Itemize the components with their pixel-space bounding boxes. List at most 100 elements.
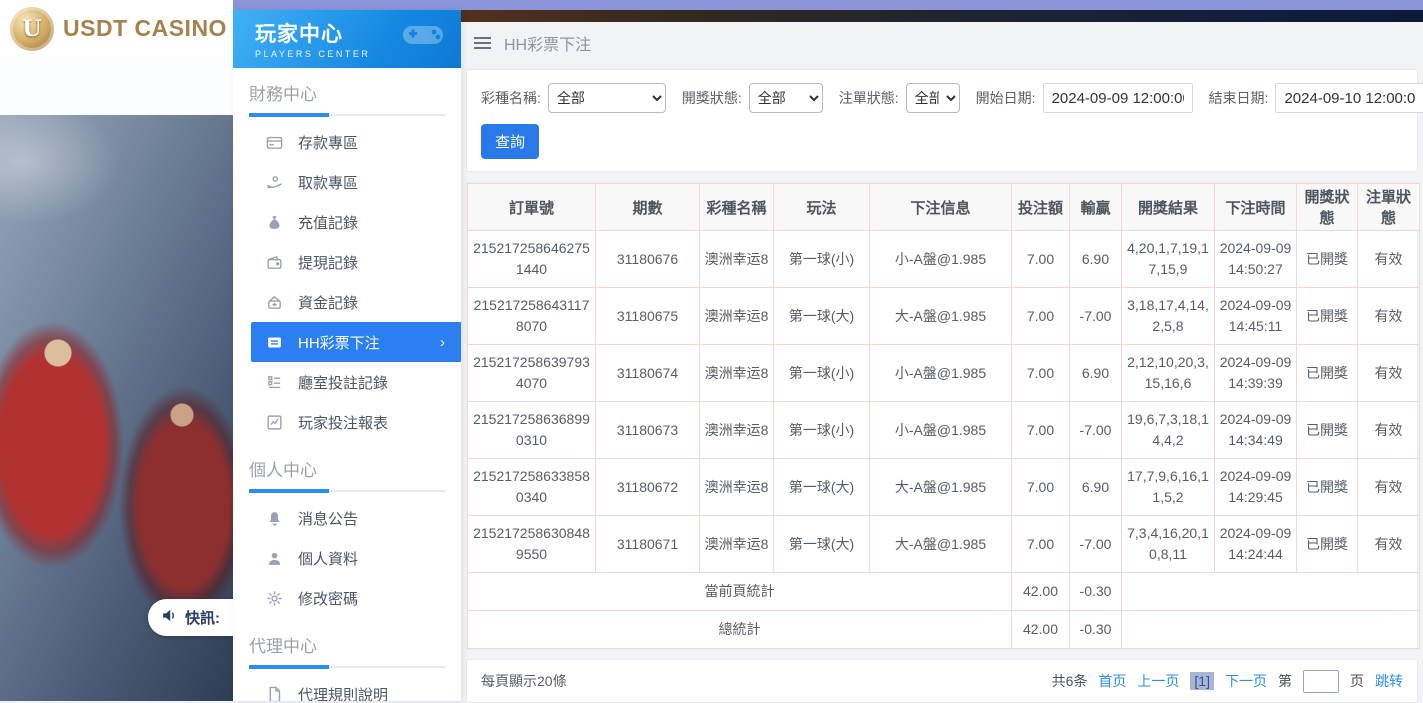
table-row: 2152172586431178070 31180675 澳洲幸运8 第一球(大…: [468, 288, 1420, 345]
cell-play-type: 第一球(小): [774, 402, 870, 459]
cell-order-id: 2152172586308489550: [468, 516, 596, 573]
sidebar-item-change-password[interactable]: 修改密碼: [233, 578, 461, 618]
gamepad-icon: [401, 20, 445, 55]
lottery-name-select[interactable]: 全部: [548, 83, 666, 113]
cell-draw-status: 已開獎: [1297, 231, 1358, 288]
cell-draw-result: 19,6,7,3,18,14,4,2: [1122, 402, 1215, 459]
sidebar-item-hh-lottery-bets[interactable]: HH彩票下注 ›: [251, 322, 461, 362]
sidebar-item-hall-bet-records[interactable]: 廳室投註記錄: [233, 362, 461, 402]
cell-bet-amount: 7.00: [1012, 402, 1070, 459]
header-order-id: 訂單號: [468, 184, 596, 231]
cell-bet-time: 2024-09-09 14:29:45: [1215, 459, 1297, 516]
left-background-region: U USDT CASINO 快訊:: [0, 0, 233, 701]
sidebar-item-player-bet-report[interactable]: 玩家投注報表: [233, 402, 461, 442]
summary-winloss-total: -0.30: [1070, 611, 1122, 649]
cell-bet-time: 2024-09-09 14:24:44: [1215, 516, 1297, 573]
money-bag-icon: [266, 214, 283, 231]
sidebar-item-label: 取款專區: [298, 172, 358, 193]
summary-empty: [1122, 611, 1420, 649]
news-ticker-pill[interactable]: 快訊:: [148, 599, 233, 636]
header-order-status: 注單狀態: [1358, 184, 1420, 231]
cell-bet-info: 大-A盤@1.985: [870, 459, 1012, 516]
header-period: 期數: [596, 184, 700, 231]
summary-winloss-total: -0.30: [1070, 573, 1122, 611]
sidebar-item-withdrawal-records[interactable]: 提現記錄: [233, 242, 461, 282]
bets-table-panel: 訂單號 期數 彩種名稱 玩法 下注信息 投注額 輸贏 開獎結果 下注時間 開獎狀…: [466, 182, 1418, 650]
sidebar-header: 玩家中心 PLAYERS CENTER: [233, 10, 461, 68]
casino-logo-icon[interactable]: U: [10, 7, 54, 51]
end-date-input[interactable]: [1275, 83, 1423, 113]
section-underline: [249, 114, 445, 116]
hamburger-menu-icon[interactable]: [474, 37, 491, 49]
sidebar-item-label: 資金記錄: [298, 292, 358, 313]
cell-order-status: 有效: [1358, 231, 1420, 288]
summary-label: 當前頁統計: [468, 573, 1012, 611]
start-date-label: 開始日期:: [976, 88, 1036, 108]
sidebar-item-funds-records[interactable]: 資金記錄: [233, 282, 461, 322]
cell-lottery-name: 澳洲幸运8: [700, 516, 774, 573]
brand-name[interactable]: USDT CASINO: [63, 15, 227, 42]
cell-order-status: 有效: [1358, 516, 1420, 573]
cell-bet-time: 2024-09-09 14:45:11: [1215, 288, 1297, 345]
cell-draw-status: 已開獎: [1297, 402, 1358, 459]
jump-page-input[interactable]: [1303, 670, 1339, 693]
table-row: 2152172586397934070 31180674 澳洲幸运8 第一球(小…: [468, 345, 1420, 402]
cell-draw-result: 7,3,4,16,20,10,8,11: [1122, 516, 1215, 573]
sidebar-item-recharge-records[interactable]: 充值記錄: [233, 202, 461, 242]
sidebar-item-label: 消息公告: [298, 508, 358, 529]
cell-order-id: 2152172586431178070: [468, 288, 596, 345]
section-underline: [249, 490, 445, 492]
sidebar-item-profile[interactable]: 個人資料: [233, 538, 461, 578]
agent-menu: 代理規則說明: [233, 668, 461, 701]
sidebar-item-withdraw-zone[interactable]: 取款專區: [233, 162, 461, 202]
cell-period: 31180671: [596, 516, 700, 573]
cell-bet-info: 大-A盤@1.985: [870, 516, 1012, 573]
sidebar-item-deposit-zone[interactable]: 存款專區: [233, 122, 461, 162]
sidebar-item-label: 個人資料: [298, 548, 358, 569]
table-row: 2152172586462751440 31180676 澳洲幸运8 第一球(小…: [468, 231, 1420, 288]
draw-status-select[interactable]: 全部: [749, 83, 823, 113]
cell-bet-amount: 7.00: [1012, 345, 1070, 402]
cell-bet-amount: 7.00: [1012, 231, 1070, 288]
finance-menu: 存款專區 取款專區 充值記錄 提現記錄 資金記錄 HH彩票下注 ›: [233, 116, 461, 444]
jump-go-link[interactable]: 跳转: [1375, 671, 1403, 691]
cell-draw-result: 4,20,1,7,19,17,15,9: [1122, 231, 1215, 288]
search-button[interactable]: 查詢: [481, 124, 539, 159]
header-lottery-name: 彩種名稱: [700, 184, 774, 231]
current-page-indicator: [1]: [1190, 672, 1214, 690]
sidebar-item-label: 廳室投註記錄: [298, 372, 388, 393]
sidebar-item-agent-rules[interactable]: 代理規則說明: [233, 674, 461, 701]
header-bet-info: 下注信息: [870, 184, 1012, 231]
cell-order-status: 有效: [1358, 459, 1420, 516]
cell-period: 31180676: [596, 231, 700, 288]
prev-page-link[interactable]: 上一页: [1137, 671, 1179, 691]
record-list-icon: [266, 374, 283, 391]
user-icon: [266, 550, 283, 567]
cell-play-type: 第一球(小): [774, 345, 870, 402]
next-page-link[interactable]: 下一页: [1225, 671, 1267, 691]
pagination-bar: 每頁顯示20條 共6条 首页 上一页 [1] 下一页 第 页 跳转: [466, 659, 1418, 703]
section-title-agent: 代理中心: [249, 632, 445, 666]
table-row: 2152172586368990310 31180673 澳洲幸运8 第一球(小…: [468, 402, 1420, 459]
cell-order-id: 2152172586368990310: [468, 402, 596, 459]
sidebar-item-announcements[interactable]: 消息公告: [233, 498, 461, 538]
cell-bet-amount: 7.00: [1012, 459, 1070, 516]
start-date-input[interactable]: [1043, 83, 1193, 113]
cell-draw-status: 已開獎: [1297, 345, 1358, 402]
current-page-summary-row: 當前頁統計 42.00 -0.30: [468, 573, 1420, 611]
ticker-label: 快訊:: [185, 607, 220, 628]
cell-play-type: 第一球(大): [774, 288, 870, 345]
cell-win-loss: 6.90: [1070, 345, 1122, 402]
cell-bet-amount: 7.00: [1012, 516, 1070, 573]
grand-total-summary-row: 總統計 42.00 -0.30: [468, 611, 1420, 649]
table-row: 2152172586338580340 31180672 澳洲幸运8 第一球(大…: [468, 459, 1420, 516]
sidebar-item-label: HH彩票下注: [298, 332, 380, 353]
sidebar-item-label: 存款專區: [298, 132, 358, 153]
order-status-label: 注單狀態:: [839, 88, 899, 108]
cell-play-type: 第一球(大): [774, 516, 870, 573]
cell-order-status: 有效: [1358, 345, 1420, 402]
first-page-link[interactable]: 首页: [1098, 671, 1126, 691]
order-status-select[interactable]: 全部: [906, 83, 960, 113]
cell-order-status: 有效: [1358, 402, 1420, 459]
cell-lottery-name: 澳洲幸运8: [700, 288, 774, 345]
